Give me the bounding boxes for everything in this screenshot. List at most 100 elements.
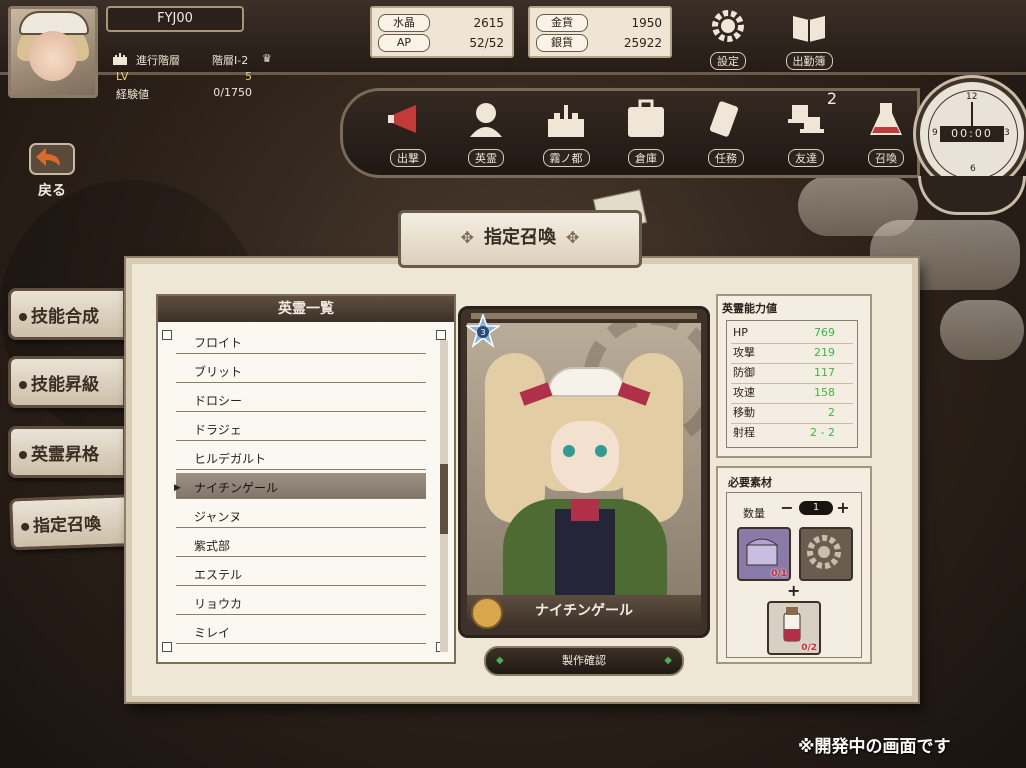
hero-list-panel: 英霊一覧 フロイト ブリット ドロシー ドラジェ ヒルデガルト ナイチンゲール … (156, 294, 456, 664)
stat-value: 769 (814, 326, 835, 339)
list-item[interactable]: ミレイ (176, 618, 426, 644)
background-scroll (940, 300, 1024, 360)
stat-row-attack: 攻撃 219 (731, 343, 853, 364)
nav-sortie[interactable]: 出撃 (375, 97, 441, 169)
flask-icon (870, 103, 902, 135)
list-item[interactable]: ヒルデガルト (176, 444, 426, 470)
pocket-watch[interactable]: 12 3 6 9 00:00 (916, 78, 1026, 190)
tab-skill-synthesis-label: 技能合成 (31, 307, 99, 327)
level-value: 5 (245, 70, 252, 83)
ap-label: AP (378, 34, 430, 52)
corner-marker (436, 330, 446, 340)
quantity-plus-button[interactable]: + (835, 499, 851, 517)
stat-row-defense: 防御 117 (731, 363, 853, 384)
list-item[interactable]: ドロシー (176, 386, 426, 412)
progress-label: 進行階層 (136, 54, 180, 67)
quantity-minus-button[interactable]: − (779, 499, 795, 517)
back-arrow-icon (29, 143, 75, 175)
hero-list-scrollbar[interactable] (440, 340, 448, 652)
stat-label: 攻撃 (733, 346, 755, 359)
list-item[interactable]: エステル (176, 560, 426, 586)
portrait-eye (563, 445, 575, 457)
exp-value: 0/1750 (213, 86, 252, 99)
materials-area: 数量 − 1 + 0/1 + 0/2 (726, 492, 862, 658)
scroll-icon (471, 597, 503, 629)
attendance-button[interactable]: 出勤簿 (776, 6, 842, 70)
material-slot-bottle[interactable]: 0/2 (767, 601, 821, 655)
progress-row: 進行階層 階層I-2 ♛ (112, 52, 282, 68)
nav-missions-label: 任務 (708, 149, 744, 167)
player-name: FYJ00 (106, 6, 244, 32)
nav-storage-label: 倉庫 (628, 149, 664, 167)
back-button[interactable]: 戻る (22, 140, 82, 199)
nav-friends[interactable]: 友達 2 (773, 89, 839, 169)
stats-title: 英霊能力値 (722, 302, 777, 315)
portrait-eye (595, 445, 607, 457)
level-label: LV (116, 70, 129, 83)
tab-dot-icon (19, 451, 27, 459)
stat-value: 117 (814, 366, 835, 379)
stat-value: 2 - 2 (810, 426, 835, 439)
nav-sortie-label: 出撃 (390, 149, 426, 167)
list-item-selected[interactable]: ナイチンゲール (174, 473, 426, 503)
material-slot-gear[interactable] (799, 527, 853, 581)
tab-skill-upgrade-label: 技能昇級 (31, 375, 99, 395)
megaphone-icon (388, 105, 416, 133)
nav-heroes-label: 英霊 (468, 149, 504, 167)
rank-value: 3 (480, 328, 485, 337)
gold-row: 金貨 1950 (536, 14, 664, 32)
materials-title: 必要素材 (728, 476, 772, 489)
tab-skill-synthesis[interactable]: 技能合成 (8, 288, 126, 340)
list-item[interactable]: ジャンヌ (176, 502, 426, 528)
scroll-icon (709, 101, 739, 137)
silver-label: 銀貨 (536, 34, 588, 52)
confirm-craft-button[interactable]: ◆ 製作確認 ◆ (484, 646, 684, 676)
stat-row-range: 射程 2 - 2 (731, 423, 853, 443)
castle-icon (113, 53, 127, 65)
nav-fog-city[interactable]: 霧ノ都 (533, 97, 599, 169)
nav-missions[interactable]: 任務 (693, 97, 759, 169)
nav-storage[interactable]: 倉庫 (613, 97, 679, 169)
hero-name: ナイチンゲール (535, 603, 633, 619)
gear-icon (712, 10, 744, 42)
tab-skill-upgrade[interactable]: 技能昇級 (8, 356, 126, 408)
list-item[interactable]: ドラジェ (176, 415, 426, 441)
watch-counter: 00:00 (940, 126, 1004, 142)
nav-summon[interactable]: 召喚 (853, 97, 919, 169)
stat-label: 防御 (733, 366, 755, 379)
player-avatar[interactable] (8, 6, 98, 98)
crystal-row: 水晶 2615 (378, 14, 506, 32)
friend-count-badge: 2 (826, 89, 837, 108)
crystal-label: 水晶 (378, 14, 430, 32)
exp-row: 経験値 0/1750 (112, 86, 282, 102)
scrollbar-thumb[interactable] (440, 464, 448, 534)
settings-button[interactable]: 設定 (700, 6, 756, 70)
portrait-collar (571, 499, 599, 521)
hats-icon (788, 105, 824, 133)
stat-row-hp: HP 769 (731, 323, 853, 344)
tab-dot-icon (19, 313, 27, 321)
watch-base (918, 176, 1026, 215)
list-item[interactable]: フロイト (176, 328, 426, 354)
corner-marker (162, 330, 172, 340)
watch-num-12: 12 (966, 92, 978, 102)
list-item[interactable]: 紫式部 (176, 531, 426, 557)
list-item[interactable]: リョウカ (176, 589, 426, 615)
progress-value: 階層I-2 (212, 54, 249, 67)
tab-hero-promote[interactable]: 英霊昇格 (8, 426, 126, 478)
castle-icon (548, 105, 584, 137)
nav-summon-label: 召喚 (868, 149, 904, 167)
trunk-icon (628, 99, 664, 137)
back-label: 戻る (38, 183, 66, 199)
player-info-panel: 進行階層 階層I-2 ♛ LV 5 経験値 0/1750 (106, 38, 286, 102)
stat-value: 2 (828, 406, 835, 419)
nav-friends-label: 友達 (788, 149, 824, 167)
nav-heroes[interactable]: 英霊 (453, 97, 519, 169)
main-nav-bar: 出撃 英霊 霧ノ都 倉庫 任務 友達 2 召喚 (340, 88, 920, 178)
gold-value: 1950 (631, 16, 662, 30)
material-slot-crystal[interactable]: 0/1 (737, 527, 791, 581)
list-item[interactable]: ブリット (176, 357, 426, 383)
tab-dot-icon (19, 381, 27, 389)
silver-value: 25922 (623, 36, 662, 50)
book-icon (793, 16, 825, 42)
